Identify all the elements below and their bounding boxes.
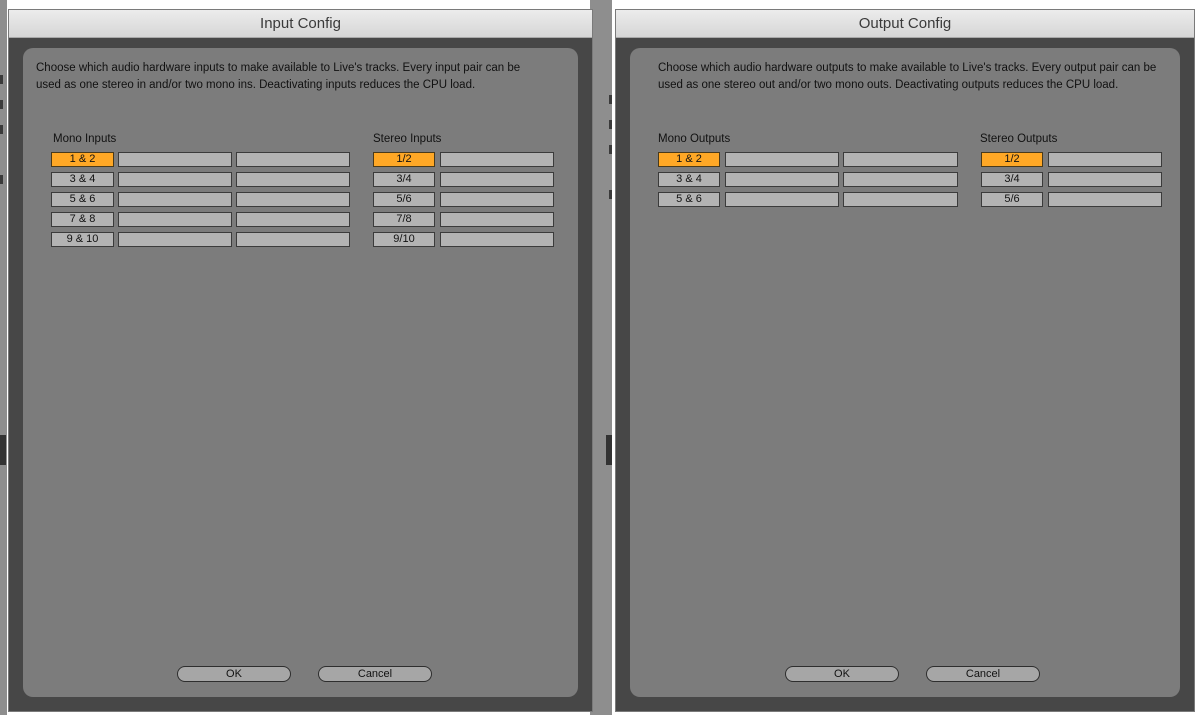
mono-channel-button-left[interactable]	[725, 192, 839, 207]
background-app-marker	[0, 175, 3, 184]
mono-channel-button-left[interactable]	[118, 212, 232, 227]
mono-pair-button[interactable]: 3 & 4	[51, 172, 114, 187]
background-app-marker	[609, 190, 612, 199]
mono-channel-button-right[interactable]	[843, 172, 958, 187]
mono-channel-button-left[interactable]	[118, 172, 232, 187]
mono-channel-button-right[interactable]	[236, 152, 350, 167]
mono-pair-button[interactable]: 1 & 2	[51, 152, 114, 167]
background-app-marker	[609, 145, 612, 154]
background-app-marker	[609, 120, 612, 129]
background-app-marker	[0, 435, 6, 465]
mono-channel-button-right[interactable]	[843, 152, 958, 167]
cancel-button[interactable]: Cancel	[318, 666, 432, 682]
stereo-channel-button[interactable]	[440, 212, 554, 227]
ok-button[interactable]: OK	[177, 666, 291, 682]
background-app-marker	[606, 435, 612, 465]
mono-channel-button-right[interactable]	[236, 192, 350, 207]
stereo-pair-button[interactable]: 1/2	[981, 152, 1043, 167]
stereo-channel-button[interactable]	[1048, 172, 1162, 187]
mono-section-title: Mono Inputs	[53, 133, 117, 145]
stereo-channel-button[interactable]	[440, 192, 554, 207]
stereo-pair-button[interactable]: 5/6	[981, 192, 1043, 207]
stereo-channel-button[interactable]	[1048, 152, 1162, 167]
mono-channel-button-left[interactable]	[725, 152, 839, 167]
mono-channel-button-right[interactable]	[236, 212, 350, 227]
mono-channel-button-right[interactable]	[236, 172, 350, 187]
stereo-pair-button[interactable]: 5/6	[373, 192, 435, 207]
stereo-pair-button[interactable]: 9/10	[373, 232, 435, 247]
mono-channel-button-right[interactable]	[843, 192, 958, 207]
stereo-channel-button[interactable]	[440, 232, 554, 247]
input-config-window: Input Config Choose which audio hardware…	[8, 9, 593, 712]
mono-pair-button[interactable]: 1 & 2	[658, 152, 720, 167]
mono-channel-button-left[interactable]	[118, 232, 232, 247]
window-title: Output Config	[616, 10, 1194, 38]
background-app-marker	[609, 95, 612, 104]
stereo-section-title: Stereo Inputs	[373, 133, 442, 145]
stereo-pair-button[interactable]: 7/8	[373, 212, 435, 227]
stereo-section-title: Stereo Outputs	[980, 133, 1058, 145]
stereo-channel-button[interactable]	[440, 172, 554, 187]
cancel-button[interactable]: Cancel	[926, 666, 1040, 682]
window-title: Input Config	[9, 10, 592, 38]
mono-pair-button[interactable]: 3 & 4	[658, 172, 720, 187]
stereo-channel-button[interactable]	[1048, 192, 1162, 207]
mono-pair-button[interactable]: 9 & 10	[51, 232, 114, 247]
stereo-pair-button[interactable]: 3/4	[373, 172, 435, 187]
stereo-pair-button[interactable]: 1/2	[373, 152, 435, 167]
mono-channel-button-right[interactable]	[236, 232, 350, 247]
ok-button[interactable]: OK	[785, 666, 899, 682]
config-panel: Choose which audio hardware inputs to ma…	[23, 48, 578, 697]
background-app-marker	[0, 75, 3, 84]
mono-channel-button-left[interactable]	[725, 172, 839, 187]
mono-channel-button-left[interactable]	[118, 192, 232, 207]
mono-pair-button[interactable]: 7 & 8	[51, 212, 114, 227]
mono-channel-button-left[interactable]	[118, 152, 232, 167]
config-panel: Choose which audio hardware outputs to m…	[630, 48, 1180, 697]
mono-pair-button[interactable]: 5 & 6	[658, 192, 720, 207]
background-app-middle	[590, 0, 612, 715]
mono-pair-button[interactable]: 5 & 6	[51, 192, 114, 207]
mono-section-title: Mono Outputs	[658, 133, 731, 145]
description-text: Choose which audio hardware outputs to m…	[658, 62, 1157, 91]
stereo-pair-button[interactable]: 3/4	[981, 172, 1043, 187]
description-text: Choose which audio hardware inputs to ma…	[36, 62, 521, 91]
stereo-channel-button[interactable]	[440, 152, 554, 167]
background-app-marker	[0, 100, 3, 109]
background-app-marker	[0, 125, 3, 134]
output-config-window: Output Config Choose which audio hardwar…	[615, 9, 1195, 712]
